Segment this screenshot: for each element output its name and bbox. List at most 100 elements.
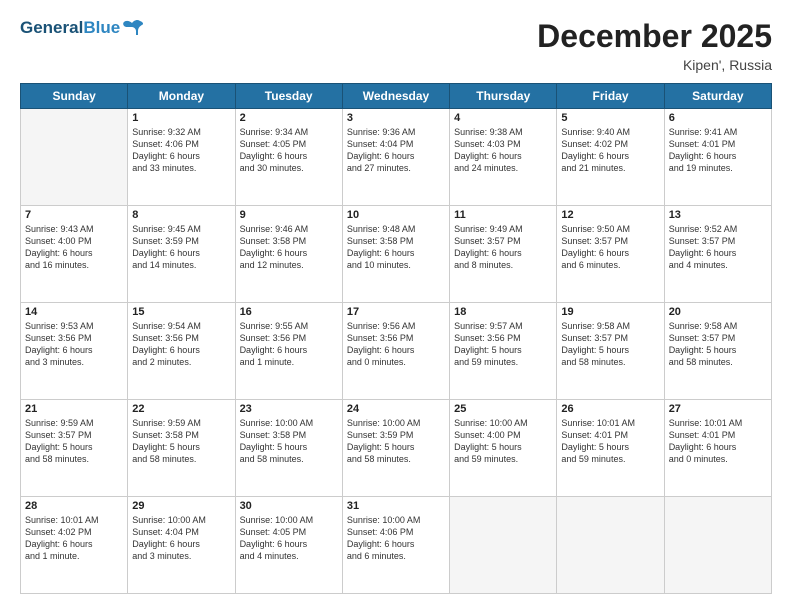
day-number: 18 [454,306,552,318]
calendar-cell: 2 Sunrise: 9:34 AM Sunset: 4:05 PM Daylig… [235,109,342,206]
col-header-wednesday: Wednesday [342,84,449,109]
day-number: 23 [240,403,338,415]
calendar-cell: 4 Sunrise: 9:38 AM Sunset: 4:03 PM Daylig… [450,109,557,206]
cell-content: Sunrise: 10:00 AM Sunset: 3:58 PM Daylig… [240,417,338,466]
day-number: 15 [132,306,230,318]
calendar-cell: 13 Sunrise: 9:52 AM Sunset: 3:57 PM Dayli… [664,206,771,303]
calendar-cell: 16 Sunrise: 9:55 AM Sunset: 3:56 PM Dayli… [235,303,342,400]
day-number: 10 [347,209,445,221]
calendar-cell: 26 Sunrise: 10:01 AM Sunset: 4:01 PM Dayl… [557,400,664,497]
calendar-cell: 6 Sunrise: 9:41 AM Sunset: 4:01 PM Daylig… [664,109,771,206]
calendar-cell: 5 Sunrise: 9:40 AM Sunset: 4:02 PM Daylig… [557,109,664,206]
cell-content: Sunrise: 9:41 AM Sunset: 4:01 PM Dayligh… [669,126,767,175]
day-number: 19 [561,306,659,318]
day-number: 14 [25,306,123,318]
day-number: 1 [132,112,230,124]
calendar-header-row: SundayMondayTuesdayWednesdayThursdayFrid… [21,84,772,109]
calendar-cell: 21 Sunrise: 9:59 AM Sunset: 3:57 PM Dayli… [21,400,128,497]
day-number: 13 [669,209,767,221]
calendar-cell: 18 Sunrise: 9:57 AM Sunset: 3:56 PM Dayli… [450,303,557,400]
calendar-week-row: 7Sunrise: 9:43 AM Sunset: 4:00 PM Daylig… [21,206,772,303]
day-number: 31 [347,500,445,512]
day-number: 25 [454,403,552,415]
cell-content: Sunrise: 9:54 AM Sunset: 3:56 PM Dayligh… [132,320,230,369]
calendar-cell: 19 Sunrise: 9:58 AM Sunset: 3:57 PM Dayli… [557,303,664,400]
calendar-week-row: 1 Sunrise: 9:32 AM Sunset: 4:06 PM Daylig… [21,109,772,206]
calendar-cell: 11 Sunrise: 9:49 AM Sunset: 3:57 PM Dayli… [450,206,557,303]
day-number: 2 [240,112,338,124]
calendar-cell: 20Sunrise: 9:58 AM Sunset: 3:57 PM Dayli… [664,303,771,400]
cell-content: Sunrise: 9:45 AM Sunset: 3:59 PM Dayligh… [132,223,230,272]
page: GeneralBlue December 2025 Kipen', Russia… [0,0,792,612]
day-number: 28 [25,500,123,512]
day-number: 24 [347,403,445,415]
calendar-cell: 17 Sunrise: 9:56 AM Sunset: 3:56 PM Dayli… [342,303,449,400]
day-number: 26 [561,403,659,415]
cell-content: Sunrise: 9:32 AM Sunset: 4:06 PM Dayligh… [132,126,230,175]
calendar-cell: 29Sunrise: 10:00 AM Sunset: 4:04 PM Dayl… [128,497,235,594]
col-header-sunday: Sunday [21,84,128,109]
day-number: 4 [454,112,552,124]
logo: GeneralBlue [20,18,144,38]
day-number: 7 [25,209,123,221]
cell-content: Sunrise: 9:36 AM Sunset: 4:04 PM Dayligh… [347,126,445,175]
calendar-cell: 31 Sunrise: 10:00 AM Sunset: 4:06 PM Dayl… [342,497,449,594]
bird-icon [122,19,144,37]
day-number: 17 [347,306,445,318]
cell-content: Sunrise: 10:00 AM Sunset: 4:06 PM Daylig… [347,514,445,563]
title-area: December 2025 Kipen', Russia [537,18,772,73]
calendar-cell: 14Sunrise: 9:53 AM Sunset: 3:56 PM Dayli… [21,303,128,400]
cell-content: Sunrise: 10:00 AM Sunset: 3:59 PM Daylig… [347,417,445,466]
logo-text: GeneralBlue [20,18,120,38]
header: GeneralBlue December 2025 Kipen', Russia [20,18,772,73]
cell-content: Sunrise: 9:34 AM Sunset: 4:05 PM Dayligh… [240,126,338,175]
day-number: 29 [132,500,230,512]
calendar-cell [557,497,664,594]
cell-content: Sunrise: 9:59 AM Sunset: 3:57 PM Dayligh… [25,417,123,466]
calendar-cell: 22Sunrise: 9:59 AM Sunset: 3:58 PM Dayli… [128,400,235,497]
day-number: 11 [454,209,552,221]
day-number: 5 [561,112,659,124]
cell-content: Sunrise: 9:55 AM Sunset: 3:56 PM Dayligh… [240,320,338,369]
cell-content: Sunrise: 9:40 AM Sunset: 4:02 PM Dayligh… [561,126,659,175]
calendar-table: SundayMondayTuesdayWednesdayThursdayFrid… [20,83,772,594]
day-number: 8 [132,209,230,221]
cell-content: Sunrise: 10:01 AM Sunset: 4:01 PM Daylig… [561,417,659,466]
day-number: 6 [669,112,767,124]
calendar-cell: 10 Sunrise: 9:48 AM Sunset: 3:58 PM Dayli… [342,206,449,303]
cell-content: Sunrise: 9:38 AM Sunset: 4:03 PM Dayligh… [454,126,552,175]
month-title: December 2025 [537,18,772,55]
cell-content: Sunrise: 10:00 AM Sunset: 4:05 PM Daylig… [240,514,338,563]
cell-content: Sunrise: 9:50 AM Sunset: 3:57 PM Dayligh… [561,223,659,272]
cell-content: Sunrise: 9:52 AM Sunset: 3:57 PM Dayligh… [669,223,767,272]
day-number: 3 [347,112,445,124]
day-number: 21 [25,403,123,415]
cell-content: Sunrise: 10:01 AM Sunset: 4:01 PM Daylig… [669,417,767,466]
calendar-cell [450,497,557,594]
day-number: 27 [669,403,767,415]
day-number: 9 [240,209,338,221]
calendar-cell: 27 Sunrise: 10:01 AM Sunset: 4:01 PM Dayl… [664,400,771,497]
col-header-monday: Monday [128,84,235,109]
calendar-cell: 12 Sunrise: 9:50 AM Sunset: 3:57 PM Dayli… [557,206,664,303]
cell-content: Sunrise: 9:58 AM Sunset: 3:57 PM Dayligh… [561,320,659,369]
calendar-cell: 23 Sunrise: 10:00 AM Sunset: 3:58 PM Dayl… [235,400,342,497]
day-number: 16 [240,306,338,318]
col-header-saturday: Saturday [664,84,771,109]
cell-content: Sunrise: 9:57 AM Sunset: 3:56 PM Dayligh… [454,320,552,369]
calendar-cell [21,109,128,206]
calendar-cell: 24 Sunrise: 10:00 AM Sunset: 3:59 PM Dayl… [342,400,449,497]
day-number: 20 [669,306,767,318]
day-number: 12 [561,209,659,221]
cell-content: Sunrise: 10:00 AM Sunset: 4:00 PM Daylig… [454,417,552,466]
cell-content: Sunrise: 9:56 AM Sunset: 3:56 PM Dayligh… [347,320,445,369]
calendar-cell: 25 Sunrise: 10:00 AM Sunset: 4:00 PM Dayl… [450,400,557,497]
calendar-week-row: 21 Sunrise: 9:59 AM Sunset: 3:57 PM Dayli… [21,400,772,497]
calendar-week-row: 28 Sunrise: 10:01 AM Sunset: 4:02 PM Dayl… [21,497,772,594]
cell-content: Sunrise: 9:46 AM Sunset: 3:58 PM Dayligh… [240,223,338,272]
cell-content: Sunrise: 10:01 AM Sunset: 4:02 PM Daylig… [25,514,123,563]
col-header-tuesday: Tuesday [235,84,342,109]
cell-content: Sunrise: 9:48 AM Sunset: 3:58 PM Dayligh… [347,223,445,272]
col-header-friday: Friday [557,84,664,109]
cell-content: Sunrise: 9:49 AM Sunset: 3:57 PM Dayligh… [454,223,552,272]
